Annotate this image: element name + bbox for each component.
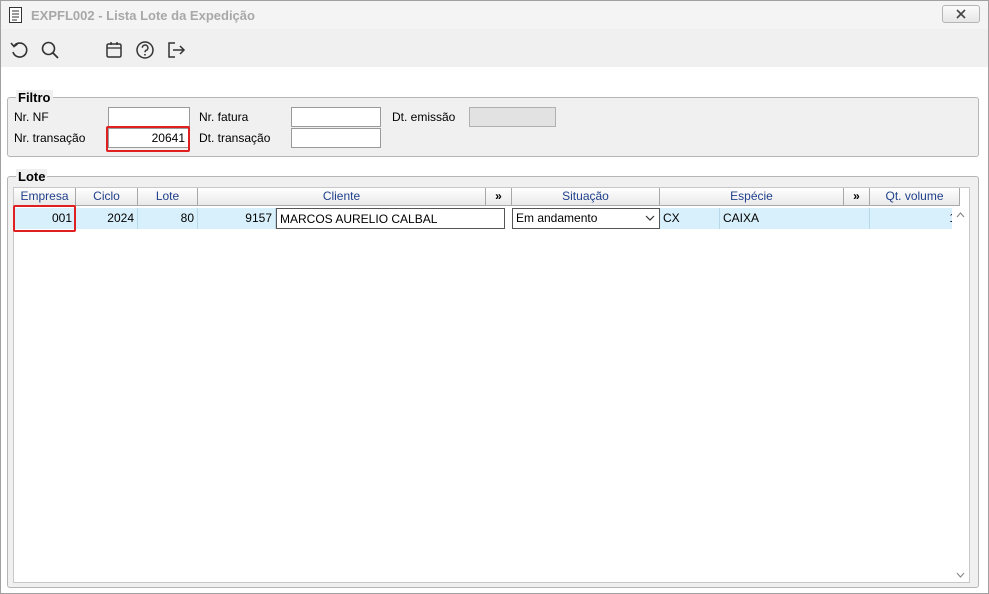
cell-especie-nome[interactable]: CAIXA xyxy=(720,208,870,229)
cell-qt-volume[interactable]: 1 xyxy=(870,208,960,229)
exit-icon xyxy=(168,42,186,58)
col-cliente[interactable]: Cliente xyxy=(198,188,486,206)
search-button[interactable] xyxy=(39,39,61,61)
dt-transacao-label: Dt. transação xyxy=(199,131,271,145)
nr-fatura-input[interactable] xyxy=(291,107,381,127)
cell-lote[interactable]: 80 xyxy=(138,208,198,229)
col-especie-more-button[interactable]: » xyxy=(844,188,870,206)
nr-nf-input[interactable] xyxy=(108,107,190,127)
window: EXPFL002 - Lista Lote da Expedição Filtr… xyxy=(0,0,989,594)
cell-spacer xyxy=(505,208,512,229)
chevron-down-icon[interactable] xyxy=(956,572,965,578)
dt-transacao-input[interactable] xyxy=(291,128,381,148)
vertical-scrollbar[interactable] xyxy=(952,208,969,582)
col-situacao[interactable]: Situação xyxy=(512,188,660,206)
empresa-highlight xyxy=(13,205,76,232)
help-button[interactable] xyxy=(134,39,156,61)
situacao-combo[interactable]: Em andamento xyxy=(512,208,660,229)
cell-ciclo[interactable]: 2024 xyxy=(76,208,138,229)
exit-button[interactable] xyxy=(165,39,187,61)
close-button[interactable] xyxy=(942,5,980,23)
refresh-icon xyxy=(10,42,28,58)
col-especie[interactable]: Espécie xyxy=(660,188,844,206)
toolbar xyxy=(1,33,988,67)
search-icon xyxy=(41,41,59,59)
window-title: EXPFL002 - Lista Lote da Expedição xyxy=(31,8,255,23)
nr-fatura-label: Nr. fatura xyxy=(199,110,249,124)
col-ciclo[interactable]: Ciclo xyxy=(76,188,138,206)
dt-emissao-label: Dt. emissão xyxy=(392,110,456,124)
calendar-icon xyxy=(106,42,122,58)
dt-emissao-input xyxy=(469,107,556,127)
nr-transacao-highlight xyxy=(106,126,190,152)
nr-transacao-label: Nr. transação xyxy=(14,131,86,145)
cell-cliente-codigo[interactable]: 9157 xyxy=(198,208,276,229)
lote-group-label: Lote xyxy=(16,169,48,184)
calendar-button[interactable] xyxy=(103,39,125,61)
col-qt-volume[interactable]: Qt. volume xyxy=(870,188,960,206)
col-empresa[interactable]: Empresa xyxy=(14,188,76,206)
help-icon xyxy=(136,41,154,59)
chevron-up-icon[interactable] xyxy=(956,212,965,218)
cell-especie-codigo[interactable]: CX xyxy=(660,208,720,229)
col-cliente-more-button[interactable]: » xyxy=(486,188,512,206)
cell-cliente-nome[interactable]: MARCOS AURELIO CALBAL xyxy=(276,208,505,229)
filtro-group: Filtro Nr. NF Nr. fatura Dt. emissão Nr.… xyxy=(7,90,979,157)
title-bar: EXPFL002 - Lista Lote da Expedição xyxy=(1,1,988,29)
lote-grid: Empresa Ciclo Lote Cliente » Situação Es… xyxy=(13,187,970,583)
chevron-down-icon xyxy=(645,215,655,221)
document-icon xyxy=(9,7,22,23)
filtro-group-label: Filtro xyxy=(16,90,53,105)
refresh-button[interactable] xyxy=(8,39,30,61)
col-lote[interactable]: Lote xyxy=(138,188,198,206)
nr-nf-label: Nr. NF xyxy=(14,110,49,124)
close-icon xyxy=(956,9,966,19)
situacao-value: Em andamento xyxy=(516,211,598,225)
lote-group: Lote Empresa Ciclo Lote Cliente » Situaç… xyxy=(7,169,979,588)
